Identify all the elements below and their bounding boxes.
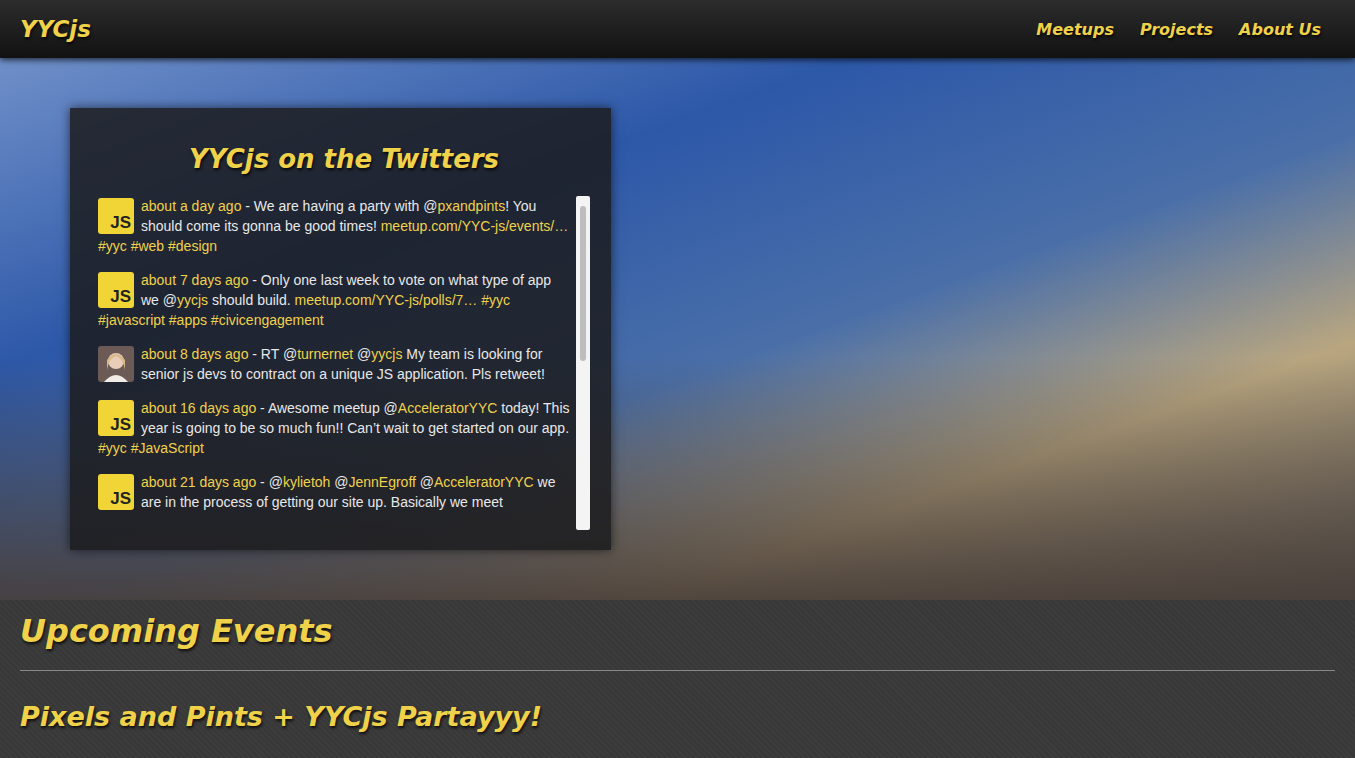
tweet-list[interactable]: JS about a day ago - We are having a par… [98,196,570,530]
yycjs-logo-icon[interactable]: JS [98,474,134,510]
tweet-link[interactable]: AcceleratorYYC [398,400,498,416]
tweet-link[interactable]: turnernet [297,346,353,362]
tweet-link[interactable]: yycjs [177,292,208,308]
tweet-text: - RT @ [248,346,297,362]
nav-bar: YYCjs Meetups Projects About Us [0,0,1355,58]
hero-photo: YYCjs on the Twitters JS about a day ago… [0,58,1355,600]
tweet-link[interactable]: #JavaScript [131,440,204,456]
tweet-text: @ [353,346,371,362]
tweet: JS about 7 days ago - Only one last week… [98,270,570,330]
twitter-panel: YYCjs on the Twitters JS about a day ago… [70,108,611,550]
feed: JS about a day ago - We are having a par… [98,196,590,530]
nav-link[interactable]: Meetups [1036,20,1114,39]
nav-links: Meetups Projects About Us [1036,20,1321,39]
tweet: JS about 16 days ago - Awesome meetup @A… [98,398,570,458]
tweet-link[interactable]: #web [131,238,164,254]
tweet-text: @ [416,474,434,490]
scrollbar[interactable] [576,196,590,530]
events-section: Upcoming Events Pixels and Pints + YYCjs… [0,600,1355,758]
logo[interactable]: YYCjs [20,16,91,42]
tweet-link[interactable]: JennEgroff [348,474,415,490]
tweet-link[interactable]: AcceleratorYYC [434,474,534,490]
tweet-link[interactable]: meetup.com/YYC-js/polls/7… [295,292,478,308]
tweet-link[interactable]: kylietoh [283,474,330,490]
nav-link[interactable]: About Us [1239,20,1321,39]
tweet-link[interactable]: #design [168,238,217,254]
tweet-text [127,440,131,456]
yycjs-logo-icon[interactable]: JS [98,198,134,234]
event-title[interactable]: Pixels and Pints + YYCjs Partayyy! [20,699,1335,735]
tweet-text [164,238,168,254]
tweet-text [207,312,211,328]
scrollbar-thumb[interactable] [580,206,586,361]
twitter-title: YYCjs on the Twitters [98,142,590,176]
tweet: JS about a day ago - We are having a par… [98,196,570,256]
tweet: JS about 21 days ago - @kylietoh @JennEg… [98,472,570,512]
tweet-time[interactable]: about 8 days ago [141,346,248,362]
user-photo-icon[interactable] [98,346,134,382]
tweet-link[interactable]: #yyc [481,292,510,308]
tweet-text: @ [330,474,348,490]
yycjs-logo-icon[interactable]: JS [98,272,134,308]
nav-link[interactable]: Projects [1140,20,1213,39]
tweet-text: - @ [256,474,283,490]
tweet-text: - We are having a party with @ [241,198,437,214]
tweet: about 8 days ago - RT @turnernet @yycjs … [98,344,570,384]
tweet-link[interactable]: #yyc [98,440,127,456]
tweet-link[interactable]: yycjs [371,346,402,362]
tweet-time[interactable]: about 7 days ago [141,272,248,288]
tweet-time[interactable]: about 21 days ago [141,474,256,490]
tweet-text [127,238,131,254]
tweet-time[interactable]: about 16 days ago [141,400,256,416]
tweet-text: - Awesome meetup @ [256,400,398,416]
tweet-link[interactable]: #javascript [98,312,165,328]
tweet-link[interactable]: #apps [169,312,207,328]
tweet-link[interactable]: meetup.com/YYC-js/events/… [381,218,569,234]
page: YYCjs Meetups Projects About Us YYCjs on t… [0,0,1355,758]
divider [20,670,1335,671]
tweet-link[interactable]: pxandpints [437,198,505,214]
tweet-text: should build. [208,292,294,308]
tweet-text [477,292,481,308]
tweet-text [165,312,169,328]
events-title: Upcoming Events [20,610,1335,652]
yycjs-logo-icon[interactable]: JS [98,400,134,436]
tweet-link[interactable]: #yyc [98,238,127,254]
tweet-time[interactable]: about a day ago [141,198,241,214]
tweet-link[interactable]: #civicengagement [211,312,324,328]
